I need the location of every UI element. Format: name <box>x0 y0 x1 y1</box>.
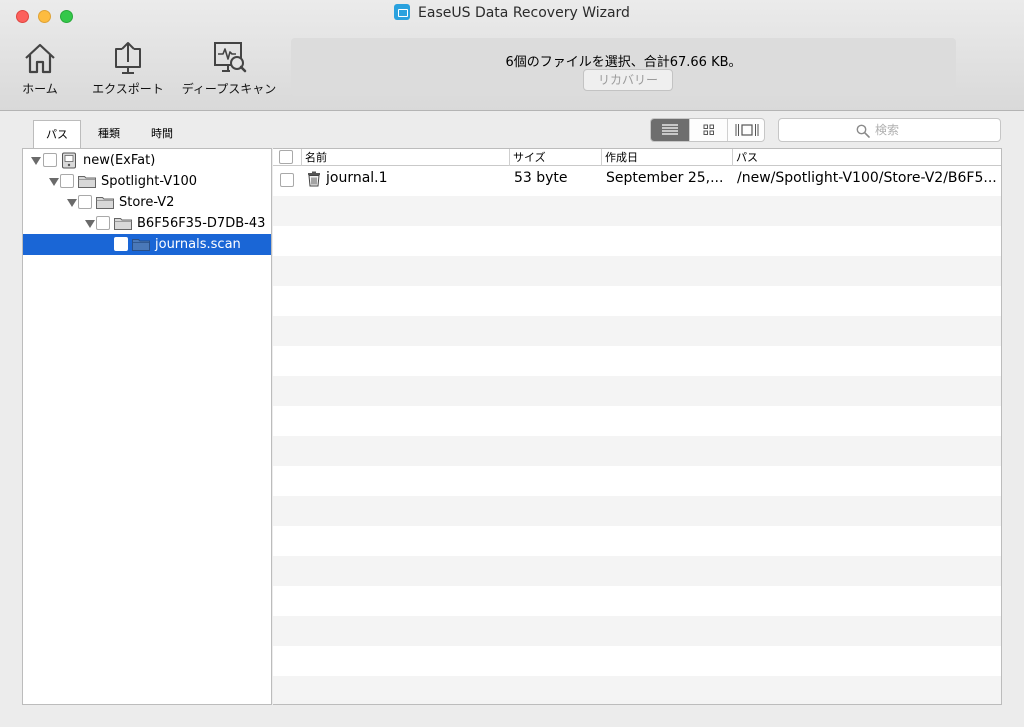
tab-type[interactable]: 種類 <box>85 120 133 148</box>
file-table: 名前 サイズ 作成日 パス journal.1 53 byte Septembe… <box>273 148 1002 705</box>
row-stripe <box>273 196 1001 226</box>
tab-time[interactable]: 時間 <box>138 120 186 148</box>
tree-item-b6f56f35[interactable]: B6F56F35-D7DB-43 <box>23 213 271 234</box>
tree-checkbox[interactable] <box>78 195 92 209</box>
export-icon <box>115 42 141 74</box>
row-stripe <box>273 436 1001 466</box>
disclosure-triangle-icon[interactable] <box>85 220 95 228</box>
folder-icon <box>132 239 150 251</box>
column-header-path[interactable]: パス <box>733 149 1001 166</box>
tree-checkbox[interactable] <box>60 174 74 188</box>
file-name: journal.1 <box>326 170 388 186</box>
grid-view-icon <box>703 124 714 135</box>
file-size: 53 byte <box>514 170 568 186</box>
row-stripe <box>273 376 1001 406</box>
tree-item-label: B6F56F35-D7DB-43 <box>137 216 266 231</box>
file-path: /new/Spotlight-V100/Store-V2/B6F5... <box>737 170 997 186</box>
column-header-created[interactable]: 作成日 <box>602 149 733 166</box>
tree-item-journals-scan[interactable]: journals.scan <box>23 234 271 255</box>
export-button[interactable]: エクスポート <box>88 40 168 100</box>
home-button[interactable]: ホーム <box>14 40 66 100</box>
deep-scan-label: ディープスキャン <box>181 82 277 96</box>
selection-summary: 6個のファイルを選択、合計67.66 KB。 <box>505 55 742 70</box>
tab-path[interactable]: パス <box>33 120 81 148</box>
home-icon <box>25 43 55 74</box>
column-header-size[interactable]: サイズ <box>510 149 602 166</box>
tree-item-label: journals.scan <box>155 237 241 252</box>
select-all-checkbox[interactable] <box>279 150 293 164</box>
filmstrip-view-icon <box>735 124 759 136</box>
folder-tree: new(ExFat) Spotlight-V100 Store-V2 B6F56… <box>22 148 272 705</box>
disclosure-triangle-icon[interactable] <box>49 178 59 186</box>
home-label: ホーム <box>22 82 58 96</box>
row-stripe <box>273 256 1001 286</box>
folder-icon <box>114 218 132 230</box>
deep-scan-button[interactable]: ディープスキャン <box>176 40 282 100</box>
search-field[interactable] <box>778 118 1001 142</box>
tree-checkbox[interactable] <box>43 153 57 167</box>
folder-icon <box>96 197 114 209</box>
list-view-icon <box>662 124 678 135</box>
tree-item-spotlight[interactable]: Spotlight-V100 <box>23 171 271 192</box>
export-label: エクスポート <box>92 82 164 96</box>
window-title-text: EaseUS Data Recovery Wizard <box>418 5 630 21</box>
tree-checkbox[interactable] <box>114 237 128 251</box>
row-stripe <box>273 616 1001 646</box>
row-stripe <box>273 316 1001 346</box>
disclosure-triangle-icon[interactable] <box>67 199 77 207</box>
row-checkbox[interactable] <box>280 173 294 187</box>
window-title: EaseUS Data Recovery Wizard <box>0 4 1024 22</box>
drive-icon <box>62 152 76 169</box>
tree-item-new-exfat[interactable]: new(ExFat) <box>23 150 271 171</box>
trash-icon <box>308 171 320 187</box>
table-row[interactable]: journal.1 53 byte September 25,... /new/… <box>273 166 1001 196</box>
table-header: 名前 サイズ 作成日 パス <box>273 149 1001 166</box>
search-icon <box>856 124 870 138</box>
row-stripe <box>273 496 1001 526</box>
list-view-button[interactable] <box>651 119 689 141</box>
view-mode-selector <box>650 118 765 142</box>
tree-item-store-v2[interactable]: Store-V2 <box>23 192 271 213</box>
tree-item-label: Spotlight-V100 <box>101 174 198 189</box>
app-icon <box>394 4 411 20</box>
row-stripe <box>273 556 1001 586</box>
column-header-name[interactable]: 名前 <box>302 149 510 166</box>
disclosure-triangle-icon[interactable] <box>31 157 41 165</box>
grid-view-button[interactable] <box>689 119 727 141</box>
tree-item-label: Store-V2 <box>119 195 175 210</box>
file-created-date: September 25,... <box>606 170 724 186</box>
row-stripe <box>273 676 1001 704</box>
filmstrip-view-button[interactable] <box>727 119 764 141</box>
tree-checkbox[interactable] <box>96 216 110 230</box>
toolbar: EaseUS Data Recovery Wizard ホーム エクスポート デ… <box>0 0 1024 111</box>
select-all-column <box>273 149 302 166</box>
tree-item-label: new(ExFat) <box>83 153 156 168</box>
folder-icon <box>78 176 96 188</box>
status-panel: 6個のファイルを選択、合計67.66 KB。 リカバリー <box>291 38 956 96</box>
recover-button[interactable]: リカバリー <box>583 69 673 91</box>
deep-scan-icon <box>214 42 247 73</box>
search-input[interactable] <box>875 122 995 138</box>
